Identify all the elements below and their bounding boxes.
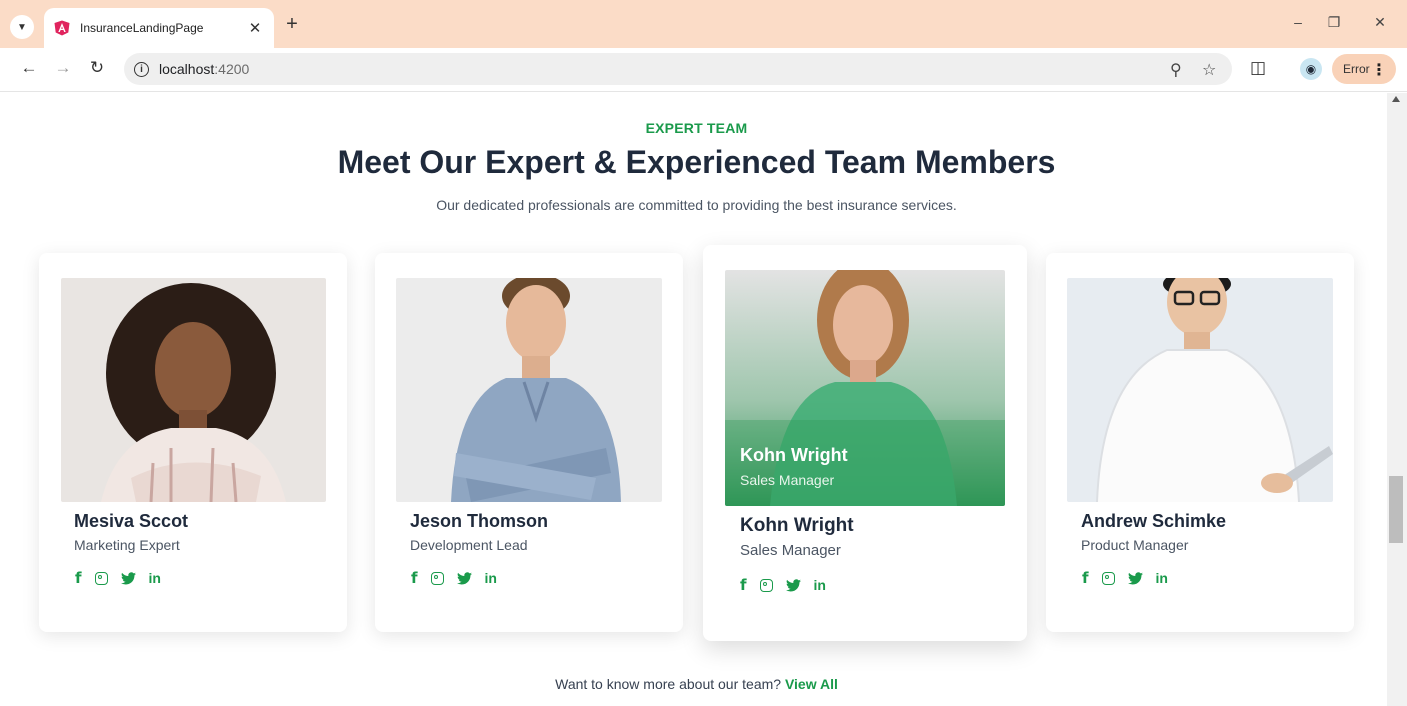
- member-photo: [61, 278, 326, 502]
- section-eyebrow: EXPERT TEAM: [645, 120, 748, 136]
- overlay-member-role: Sales Manager: [740, 472, 835, 488]
- linkedin-icon[interactable]: in: [814, 577, 826, 593]
- team-card[interactable]: Jeson Thomson Development Lead f in: [375, 253, 683, 632]
- member-photo: [396, 278, 662, 502]
- member-name: Kohn Wright: [740, 515, 854, 536]
- social-links: f in: [740, 576, 826, 594]
- site-info-icon[interactable]: i: [134, 61, 149, 77]
- facebook-icon[interactable]: f: [740, 576, 747, 594]
- team-card-active[interactable]: Kohn Wright Sales Manager Kohn Wright Sa…: [703, 245, 1027, 641]
- profile-avatar[interactable]: ◉: [1300, 58, 1322, 80]
- scroll-up-arrow-icon[interactable]: [1392, 96, 1400, 102]
- twitter-icon[interactable]: [785, 578, 801, 592]
- browser-toolbar: ← → ↻ i localhost:4200 ⚲ ☆ ◫ ◉ Error ⋮: [0, 48, 1407, 92]
- member-role: Development Lead: [410, 537, 528, 553]
- view-all-prompt: Want to know more about our team? View A…: [0, 676, 1387, 692]
- member-name: Andrew Schimke: [1081, 511, 1227, 531]
- section-subtitle: Our dedicated professionals are committe…: [436, 197, 957, 213]
- view-all-text: Want to know more about our team?: [555, 676, 782, 692]
- error-button[interactable]: Error ⋮: [1332, 54, 1396, 84]
- member-role: Sales Manager: [740, 542, 841, 559]
- page-scrollbar[interactable]: [1387, 93, 1407, 706]
- menu-dots-icon[interactable]: ⋮: [1371, 60, 1387, 80]
- tab-close-icon[interactable]: ✕: [246, 19, 264, 37]
- browser-tab-bar: ▼ InsuranceLandingPage ✕ + – ❐ ✕: [0, 0, 1407, 48]
- twitter-icon[interactable]: [456, 571, 472, 585]
- back-icon[interactable]: ←: [18, 58, 40, 78]
- social-links: f in: [411, 569, 497, 587]
- new-tab-button[interactable]: +: [282, 13, 302, 36]
- restore-icon[interactable]: ❐: [1324, 14, 1344, 31]
- social-links: f in: [75, 569, 161, 587]
- instagram-icon[interactable]: [759, 578, 773, 592]
- facebook-icon[interactable]: f: [411, 569, 418, 587]
- forward-icon[interactable]: →: [52, 58, 74, 78]
- member-photo: [1067, 278, 1333, 502]
- address-bar[interactable]: i localhost:4200 ⚲ ☆: [124, 53, 1232, 85]
- page-viewport: EXPERT TEAM Meet Our Expert & Experience…: [0, 93, 1387, 706]
- team-card[interactable]: Mesiva Sccot Marketing Expert f in: [39, 253, 347, 632]
- facebook-icon[interactable]: f: [75, 569, 82, 587]
- facebook-icon[interactable]: f: [1082, 569, 1089, 587]
- member-photo: Kohn Wright Sales Manager: [725, 270, 1005, 506]
- window-close-icon[interactable]: ✕: [1370, 14, 1390, 31]
- angular-icon: [54, 20, 70, 36]
- linkedin-icon[interactable]: in: [149, 570, 161, 586]
- tab-title: InsuranceLandingPage: [80, 21, 204, 35]
- twitter-icon[interactable]: [120, 571, 136, 585]
- view-all-link[interactable]: View All: [785, 676, 838, 692]
- extensions-icon[interactable]: ◫: [1250, 58, 1266, 78]
- member-name: Jeson Thomson: [410, 511, 549, 531]
- browser-tab-active[interactable]: InsuranceLandingPage ✕: [44, 8, 274, 48]
- scrollbar-thumb[interactable]: [1389, 476, 1403, 543]
- instagram-icon[interactable]: [1101, 571, 1115, 585]
- linkedin-icon[interactable]: in: [1156, 570, 1168, 586]
- member-role: Marketing Expert: [74, 537, 180, 553]
- url-host: localhost: [159, 61, 215, 77]
- section-heading: Meet Our Expert & Experienced Team Membe…: [337, 144, 1056, 180]
- linkedin-icon[interactable]: in: [485, 570, 497, 586]
- instagram-icon[interactable]: [430, 571, 444, 585]
- reload-icon[interactable]: ↻: [86, 58, 108, 78]
- url-port: :4200: [214, 61, 250, 77]
- social-links: f in: [1082, 569, 1168, 587]
- minimize-icon[interactable]: –: [1288, 14, 1308, 30]
- bookmark-star-icon[interactable]: ☆: [1202, 60, 1216, 80]
- instagram-icon[interactable]: [94, 571, 108, 585]
- team-card[interactable]: Andrew Schimke Product Manager f in: [1046, 253, 1354, 632]
- member-name: Mesiva Sccot: [74, 511, 189, 531]
- zoom-icon[interactable]: ⚲: [1170, 60, 1182, 80]
- twitter-icon[interactable]: [1127, 571, 1143, 585]
- tab-search-button[interactable]: ▼: [10, 15, 34, 39]
- member-role: Product Manager: [1081, 537, 1189, 553]
- overlay-member-name: Kohn Wright: [740, 445, 848, 465]
- error-label: Error: [1343, 62, 1370, 76]
